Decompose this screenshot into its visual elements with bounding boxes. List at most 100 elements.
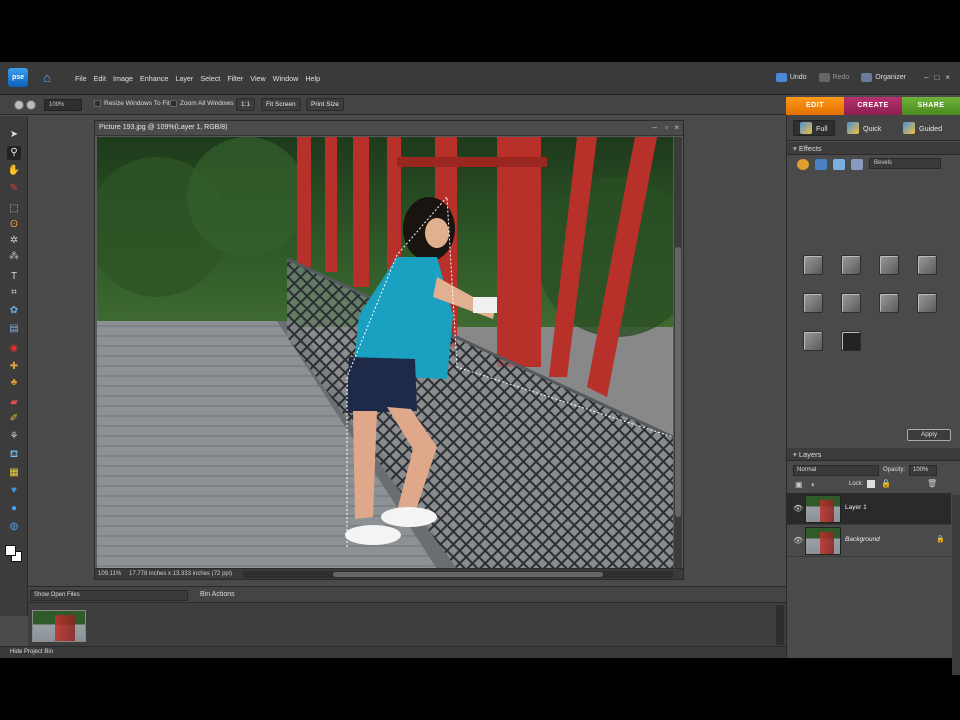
zoom-field[interactable]: 109% [44, 99, 82, 111]
red-eye-tool-icon[interactable]: ◉ [7, 342, 21, 356]
organizer-button[interactable]: Organizer [861, 73, 906, 82]
layer-styles-icon[interactable] [815, 159, 827, 170]
print-size-button[interactable]: Print Size [306, 98, 344, 111]
foreground-color-swatch[interactable] [5, 545, 16, 556]
visibility-eye-icon[interactable]: 👁 [793, 536, 803, 545]
sponge-tool-icon[interactable]: ◍ [7, 520, 21, 534]
horizontal-scrollbar[interactable] [243, 571, 673, 578]
tab-edit[interactable]: EDIT [786, 97, 844, 115]
shape-tool-icon[interactable]: ♥ [7, 484, 21, 498]
layer-row[interactable]: 👁 Layer 1 [787, 493, 951, 525]
new-layer-icon[interactable]: ▣ [795, 480, 803, 489]
doc-minimize-icon[interactable]: – [653, 123, 657, 132]
bevel-swatch[interactable] [841, 293, 861, 313]
layer-row[interactable]: 👁 Background 🔒 [787, 525, 951, 557]
bevel-swatch[interactable] [879, 255, 899, 275]
menu-window[interactable]: Window [273, 74, 299, 83]
menu-file[interactable]: File [75, 74, 87, 83]
cookie-cutter-tool-icon[interactable]: ✿ [7, 304, 21, 318]
bevel-swatch[interactable] [803, 293, 823, 313]
home-icon[interactable]: ⌂ [40, 71, 54, 85]
clone-stamp-tool-icon[interactable]: ♣ [7, 376, 21, 390]
move-tool-icon[interactable]: ➤ [7, 128, 21, 142]
doc-maximize-icon[interactable]: ▫ [665, 123, 668, 132]
fit-screen-button[interactable]: Fit Screen [261, 98, 301, 111]
blend-mode-select[interactable]: Normal [793, 465, 879, 476]
crop-tool-icon[interactable]: ⌗ [7, 286, 21, 300]
filters-icon[interactable] [797, 159, 809, 170]
zoom-out-icon[interactable] [26, 100, 36, 110]
bin-actions-menu[interactable]: Bin Actions [200, 591, 235, 598]
bevel-swatch[interactable] [841, 255, 861, 275]
menu-select[interactable]: Select [200, 74, 220, 83]
layers-panel-header[interactable]: Layers [787, 448, 960, 461]
eraser-tool-icon[interactable]: ▰ [7, 396, 21, 410]
menu-help[interactable]: Help [305, 74, 320, 83]
hide-project-bin-toggle[interactable]: Hide Project Bin [10, 649, 53, 655]
tab-create[interactable]: CREATE [844, 97, 902, 115]
bevel-swatch[interactable] [917, 293, 937, 313]
hand-tool-icon[interactable]: ✋ [7, 164, 21, 178]
brush-tool-icon[interactable]: ✐ [7, 412, 21, 426]
zoom-in-icon[interactable] [14, 100, 24, 110]
redo-button[interactable]: Redo [818, 73, 849, 82]
lock-all-icon[interactable]: 🔒 [881, 479, 891, 488]
effects-category-select[interactable]: Bevels [869, 158, 941, 169]
horizontal-scroll-thumb[interactable] [333, 572, 603, 577]
minimize-icon[interactable]: – [924, 73, 928, 82]
close-icon[interactable]: × [945, 73, 950, 82]
bevel-swatch[interactable] [803, 331, 823, 351]
tab-full[interactable]: Full [793, 120, 835, 136]
quick-selection-tool-icon[interactable]: ⁂ [7, 250, 21, 264]
healing-brush-tool-icon[interactable]: ✚ [7, 360, 21, 374]
bevel-swatch[interactable] [917, 255, 937, 275]
panel-scrollbar[interactable] [952, 495, 960, 675]
open-file-thumbnail[interactable] [32, 610, 86, 642]
lasso-tool-icon[interactable]: ʘ [7, 218, 21, 232]
show-all-icon[interactable] [851, 159, 863, 170]
paint-bucket-tool-icon[interactable]: ⛾ [7, 448, 21, 462]
effects-panel-header[interactable]: Effects [787, 142, 960, 155]
menu-filter[interactable]: Filter [227, 74, 243, 83]
zoom-tool-icon[interactable]: ⚲ [7, 146, 21, 160]
adjustment-layer-icon[interactable]: ◐ [811, 480, 816, 489]
type-tool-icon[interactable]: T [7, 270, 21, 284]
color-swatches-icon[interactable] [4, 544, 24, 564]
menu-edit[interactable]: Edit [94, 74, 106, 83]
undo-label: Undo [789, 74, 807, 81]
apply-button[interactable]: Apply [907, 429, 951, 441]
magic-wand-tool-icon[interactable]: ✲ [7, 234, 21, 248]
zoom-all-windows-checkbox[interactable]: Zoom All Windows [170, 100, 233, 107]
bin-scrollbar[interactable] [776, 605, 784, 645]
bevel-swatch[interactable] [803, 255, 823, 275]
visibility-eye-icon[interactable]: 👁 [793, 504, 803, 513]
vertical-scroll-thumb[interactable] [675, 247, 681, 517]
show-open-files-select[interactable]: Show Open Files [30, 590, 188, 601]
vertical-scrollbar[interactable] [674, 137, 682, 569]
marquee-tool-icon[interactable]: ⬚ [7, 202, 21, 216]
tab-share[interactable]: SHARE [902, 97, 960, 115]
photo-effects-icon[interactable] [833, 159, 845, 170]
blur-tool-icon[interactable]: ● [7, 502, 21, 516]
maximize-icon[interactable]: □ [934, 73, 939, 82]
menu-image[interactable]: Image [113, 74, 133, 83]
menu-layer[interactable]: Layer [175, 74, 193, 83]
resize-windows-checkbox[interactable]: Resize Windows To Fit [94, 100, 170, 107]
one-to-one-button[interactable]: 1:1 [236, 98, 256, 111]
opacity-field[interactable]: 100% [909, 465, 937, 476]
image-canvas[interactable] [97, 137, 673, 569]
tab-guided[interactable]: Guided [897, 120, 948, 136]
gradient-tool-icon[interactable]: ▦ [7, 466, 21, 480]
menu-enhance[interactable]: Enhance [140, 74, 168, 83]
bevel-swatch[interactable] [879, 293, 899, 313]
undo-button[interactable]: Undo [775, 73, 807, 82]
trash-icon[interactable]: 🗑 [927, 479, 937, 488]
smart-brush-tool-icon[interactable]: ⚘ [7, 430, 21, 444]
tab-quick[interactable]: Quick [841, 120, 887, 136]
lock-transparency-icon[interactable] [867, 480, 875, 488]
eyedropper-tool-icon[interactable]: ✎ [7, 182, 21, 196]
bevel-swatch[interactable] [841, 331, 861, 351]
doc-close-icon[interactable]: × [674, 123, 679, 132]
menu-view[interactable]: View [250, 74, 265, 83]
straighten-tool-icon[interactable]: ▤ [7, 322, 21, 336]
